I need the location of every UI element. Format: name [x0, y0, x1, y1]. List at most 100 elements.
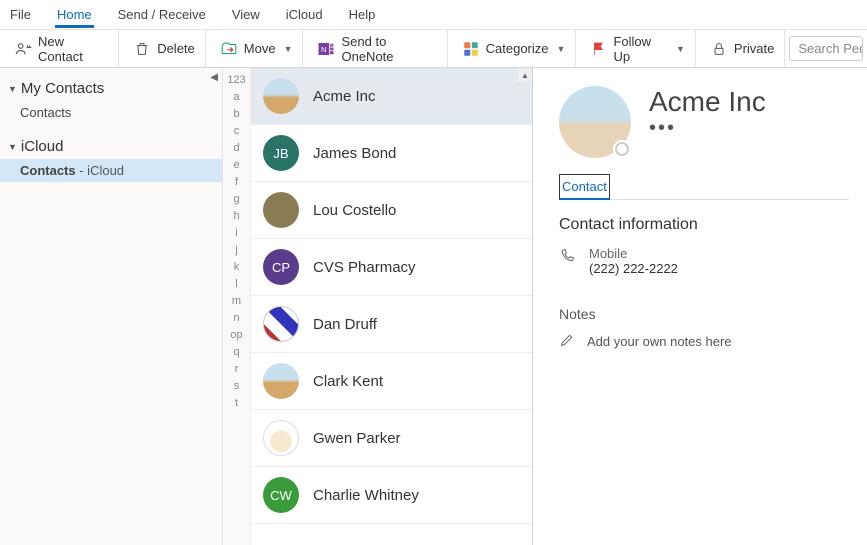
- contact-name-label: Charlie Whitney: [313, 487, 419, 504]
- contact-row[interactable]: Acme Inc: [251, 68, 532, 125]
- menu-file[interactable]: File: [8, 1, 33, 28]
- alpha-letter[interactable]: t: [235, 397, 238, 409]
- contact-row[interactable]: CP CVS Pharmacy: [251, 239, 532, 296]
- nav-section-my-contacts: ▼ My Contacts Contacts: [0, 76, 222, 124]
- new-contact-button[interactable]: New Contact: [12, 30, 110, 68]
- contact-name-label: Gwen Parker: [313, 430, 401, 447]
- more-actions-button[interactable]: •••: [649, 118, 766, 138]
- alpha-letter[interactable]: k: [234, 261, 240, 273]
- alpha-letter[interactable]: n: [233, 312, 239, 324]
- phone-icon: [559, 248, 577, 276]
- alpha-letter[interactable]: q: [233, 346, 239, 358]
- folder-sidebar: ◀ ▼ My Contacts Contacts ▼ iCloud Contac…: [0, 68, 223, 545]
- contact-name-label: James Bond: [313, 145, 396, 162]
- tab-contact[interactable]: Contact: [559, 174, 610, 200]
- alpha-letter[interactable]: h: [233, 210, 239, 222]
- avatar: [263, 78, 299, 114]
- alpha-letter[interactable]: a: [233, 91, 239, 103]
- onenote-icon: N: [317, 40, 335, 58]
- send-onenote-label: Send to OneNote: [341, 34, 436, 64]
- nav-header-label: My Contacts: [21, 80, 104, 97]
- private-label: Private: [734, 41, 774, 56]
- nav-section-icloud: ▼ iCloud Contacts - iCloud: [0, 134, 222, 182]
- contact-name-label: CVS Pharmacy: [313, 259, 416, 276]
- menu-icloud[interactable]: iCloud: [284, 1, 325, 28]
- alpha-letter[interactable]: g: [233, 193, 239, 205]
- detail-header: Acme Inc •••: [559, 86, 849, 158]
- nav-item-contacts[interactable]: Contacts: [0, 101, 222, 124]
- follow-up-label: Follow Up: [613, 34, 668, 64]
- notes-placeholder: Add your own notes here: [587, 334, 732, 349]
- notes-section-label: Notes: [559, 306, 849, 322]
- alpha-letter[interactable]: b: [233, 108, 239, 120]
- alpha-letter[interactable]: i: [235, 227, 237, 239]
- send-onenote-button[interactable]: N Send to OneNote: [315, 30, 438, 68]
- alpha-letter[interactable]: f: [235, 176, 238, 188]
- avatar: [263, 363, 299, 399]
- menu-send-receive[interactable]: Send / Receive: [116, 1, 208, 28]
- contact-name-label: Clark Kent: [313, 373, 383, 390]
- contact-row[interactable]: JB James Bond: [251, 125, 532, 182]
- alpha-letter[interactable]: r: [235, 363, 239, 375]
- chevron-down-icon: ▼: [284, 44, 293, 54]
- nav-item-suffix: - iCloud: [76, 163, 124, 178]
- phone-label: Mobile: [589, 246, 678, 261]
- collapse-sidebar-icon[interactable]: ◀: [210, 72, 218, 83]
- alpha-letter[interactable]: e: [233, 159, 239, 171]
- nav-header-my-contacts[interactable]: ▼ My Contacts: [0, 76, 222, 101]
- avatar: [263, 192, 299, 228]
- nav-header-icloud[interactable]: ▼ iCloud: [0, 134, 222, 159]
- alpha-index: 123 abcdefghijklmn op qrst: [223, 68, 251, 545]
- contact-name-label: Lou Costello: [313, 202, 396, 219]
- avatar: CW: [263, 477, 299, 513]
- new-contact-label: New Contact: [38, 34, 108, 64]
- menu-view[interactable]: View: [230, 1, 262, 28]
- contact-name-label: Dan Druff: [313, 316, 377, 333]
- contact-row[interactable]: Lou Costello: [251, 182, 532, 239]
- delete-button[interactable]: Delete: [131, 36, 197, 62]
- phone-row: Mobile (222) 222-2222: [559, 246, 849, 276]
- nav-header-label: iCloud: [21, 138, 64, 155]
- alpha-letter[interactable]: d: [233, 142, 239, 154]
- alpha-letter[interactable]: j: [235, 244, 237, 256]
- follow-up-button[interactable]: Follow Up ▼: [588, 30, 686, 68]
- contact-row[interactable]: CW Charlie Whitney: [251, 467, 532, 524]
- phone-value: (222) 222-2222: [589, 261, 678, 276]
- edit-icon: [559, 332, 575, 351]
- menu-bar: File Home Send / Receive View iCloud Hel…: [0, 0, 867, 30]
- main-content: ◀ ▼ My Contacts Contacts ▼ iCloud Contac…: [0, 68, 867, 545]
- chevron-down-icon: ▼: [8, 84, 17, 94]
- nav-item-contacts-icloud[interactable]: Contacts - iCloud: [0, 159, 222, 182]
- move-button[interactable]: Move ▼: [218, 36, 295, 62]
- add-notes-button[interactable]: Add your own notes here: [559, 332, 849, 351]
- chevron-down-icon: ▼: [8, 142, 17, 152]
- search-input[interactable]: Search Peopl: [789, 36, 863, 61]
- contact-name-label: Acme Inc: [313, 88, 376, 105]
- alpha-letter[interactable]: l: [235, 278, 237, 290]
- alpha-letter[interactable]: 123: [227, 74, 245, 86]
- chevron-down-icon: ▼: [557, 44, 566, 54]
- contact-row[interactable]: Clark Kent: [251, 353, 532, 410]
- detail-contact-name: Acme Inc: [649, 86, 766, 118]
- alpha-letter[interactable]: m: [232, 295, 241, 307]
- avatar: JB: [263, 135, 299, 171]
- contact-row[interactable]: Dan Druff: [251, 296, 532, 353]
- folder-move-icon: [220, 40, 238, 58]
- trash-icon: [133, 40, 151, 58]
- avatar: CP: [263, 249, 299, 285]
- contact-list-column: 123 abcdefghijklmn op qrst ▲ Acme Inc JB Jame…: [223, 68, 533, 545]
- alpha-letter[interactable]: s: [234, 380, 240, 392]
- detail-tabs: Contact: [559, 174, 849, 200]
- scroll-up-button[interactable]: ▲: [518, 68, 532, 82]
- menu-help[interactable]: Help: [347, 1, 378, 28]
- alpha-letter[interactable]: c: [234, 125, 240, 137]
- svg-text:N: N: [322, 45, 327, 54]
- alpha-letter[interactable]: op: [230, 329, 242, 341]
- menu-home[interactable]: Home: [55, 1, 94, 28]
- contact-row[interactable]: Gwen Parker: [251, 410, 532, 467]
- avatar: [263, 306, 299, 342]
- categorize-button[interactable]: Categorize ▼: [460, 36, 568, 62]
- presence-indicator: [613, 140, 631, 158]
- private-button[interactable]: Private: [708, 36, 776, 62]
- categorize-icon: [462, 40, 480, 58]
